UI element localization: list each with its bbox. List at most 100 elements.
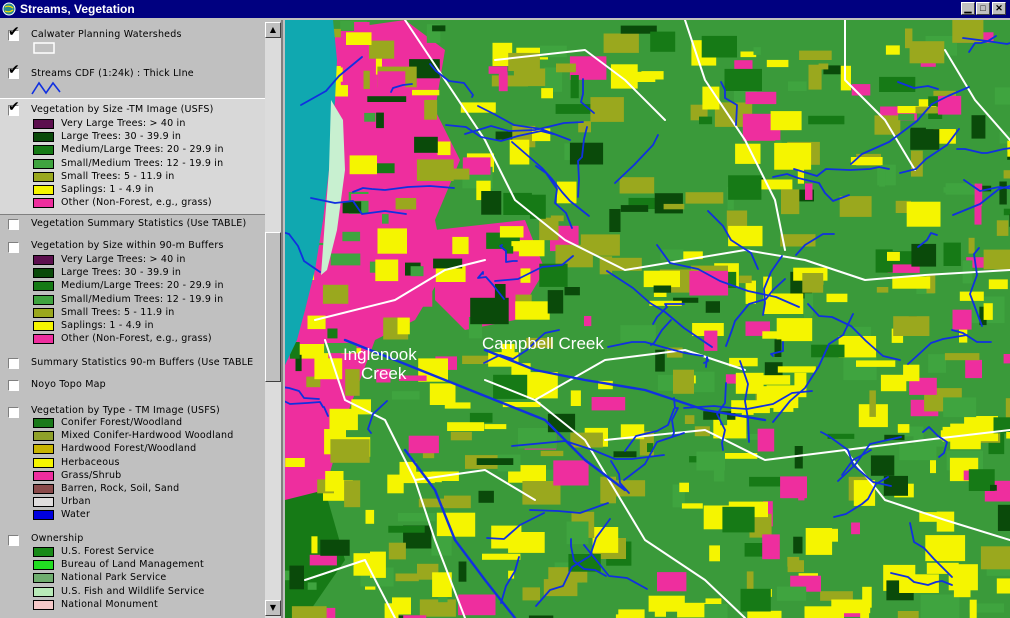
legend-label: Medium/Large Trees: 20 - 29.9 in [61,280,224,292]
vegetation-patch [620,325,656,342]
layer-checkbox[interactable] [8,358,19,369]
vegetation-patch [953,581,971,598]
layer-summary-buffers[interactable]: Summary Statistics 90-m Buffers (Use TAB… [0,355,265,375]
scroll-thumb[interactable] [265,232,281,382]
vegetation-patch [397,513,436,522]
vegetation-patch [535,375,545,385]
layer-name: Vegetation by Size -TM Image (USFS) [31,104,214,115]
layer-streams[interactable]: ✔ Streams CDF (1:24k) : Thick LIne [0,60,265,98]
legend-swatch [33,119,54,129]
vegetation-patch [899,444,937,461]
close-button[interactable]: ✕ [992,2,1006,15]
legend-label: Grass/Shrub [61,469,122,481]
layer-ownership[interactable]: Ownership U.S. Forest Service Bureau of L… [0,532,265,618]
layer-name: Ownership [31,533,84,544]
vegetation-patch [349,155,377,175]
legend-label: Small/Medium Trees: 12 - 19.9 in [61,293,224,305]
vegetation-patch [709,545,720,562]
vegetation-patch [513,68,546,87]
layer-checkbox[interactable] [8,380,19,391]
vegetation-map[interactable]: Inglenook Creek Campbell Creek [285,20,1010,618]
layer-checkbox[interactable] [8,407,19,418]
vegetation-patch [484,424,507,430]
vegetation-patch [620,205,649,212]
toc-scrollbar[interactable]: ▲ ▼ [265,22,281,618]
vegetation-patch [704,604,728,618]
vegetation-patch [522,587,540,601]
layer-veg-buffers[interactable]: Vegetation by Size within 90-m Buffers V… [0,238,265,350]
vegetation-patch [395,198,417,210]
layer-watersheds[interactable]: ✔ Calwater Planning Watersheds [0,20,265,58]
vegetation-patch [990,484,997,491]
vegetation-patch [643,270,680,288]
vegetation-patch [618,609,645,618]
legend-label: Large Trees: 30 - 39.9 in [61,131,182,143]
layer-name: Noyo Topo Map [31,379,106,390]
minimize-button[interactable]: ▁ [961,2,975,15]
map-view[interactable]: Inglenook Creek Campbell Creek [285,20,1010,618]
vegetation-patch [909,41,945,64]
vegetation-patch [330,253,361,266]
vegetation-patch [414,136,438,153]
vegetation-patch [657,572,687,592]
legend-swatch [33,418,54,428]
vegetation-patch [420,287,433,307]
legend-label: Urban [61,496,91,508]
vegetation-patch [470,297,509,325]
window-title: Streams, Vegetation [20,2,135,16]
legend-label: Very Large Trees: > 40 in [61,118,186,129]
vegetation-patch [566,521,589,545]
layer-veg-type[interactable]: Vegetation by Type - TM Image (USFS) Con… [0,403,265,528]
scroll-up-button[interactable]: ▲ [265,22,281,38]
vegetation-patch [388,542,406,560]
legend-swatch [33,145,54,156]
vegetation-patch [289,565,304,590]
legend-label: Medium/Large Trees: 20 - 29.9 in [61,144,224,156]
vegetation-patch [911,243,937,267]
layer-checkbox[interactable]: ✔ [8,25,20,41]
layer-checkbox[interactable]: ✔ [8,100,20,116]
vegetation-patch [673,369,694,394]
vegetation-patch [363,70,370,89]
vegetation-patch [701,35,737,58]
vegetation-patch [291,606,327,618]
vegetation-patch [498,72,508,92]
vegetation-patch [897,424,910,433]
vegetation-patch [928,354,946,373]
layer-checkbox[interactable]: ✔ [8,63,20,79]
legend-label: Mixed Conifer-Hardwood Woodland [61,430,234,442]
scroll-down-button[interactable]: ▼ [265,600,281,616]
vegetation-patch [619,177,655,194]
vegetation-patch [757,428,775,452]
vegetation-patch [705,301,720,313]
layer-checkbox[interactable] [8,535,19,546]
vegetation-patch [285,458,305,467]
vegetation-patch [444,495,471,509]
layer-checkbox[interactable] [8,219,19,230]
maximize-button[interactable]: □ [976,2,990,15]
layer-topo-map[interactable]: Noyo Topo Map [0,377,265,397]
vegetation-patch [780,476,807,499]
vegetation-patch [345,369,360,396]
vegetation-patch [550,215,564,222]
layer-veg-summary[interactable]: Vegetation Summary Statistics (Use TABLE… [0,216,265,236]
legend-swatch [33,307,54,318]
legend-label: Saplings: 1 - 4.9 in [61,184,154,195]
vegetation-patch [774,142,812,170]
vegetation-patch [780,234,816,247]
vegetation-patch [699,116,713,125]
vegetation-patch [391,391,420,400]
vegetation-patch [609,209,621,232]
place-label-inglenook: Inglenook [343,345,417,364]
vegetation-patch [450,431,472,441]
legend-label: Barren, Rock, Soil, Sand [61,483,180,494]
layer-vegetation-size[interactable]: ✔ Vegetation by Size -TM Image (USFS) Ve… [0,98,265,215]
vegetation-patch [774,339,782,357]
check-icon: ✔ [8,99,20,115]
legend-swatch [33,431,54,442]
legend-label: U.S. Fish and Wildlife Service [61,585,205,597]
vegetation-patch [793,536,803,554]
layer-checkbox[interactable] [8,242,19,253]
stream-line-icon [31,81,61,95]
vegetation-patch [971,115,986,139]
